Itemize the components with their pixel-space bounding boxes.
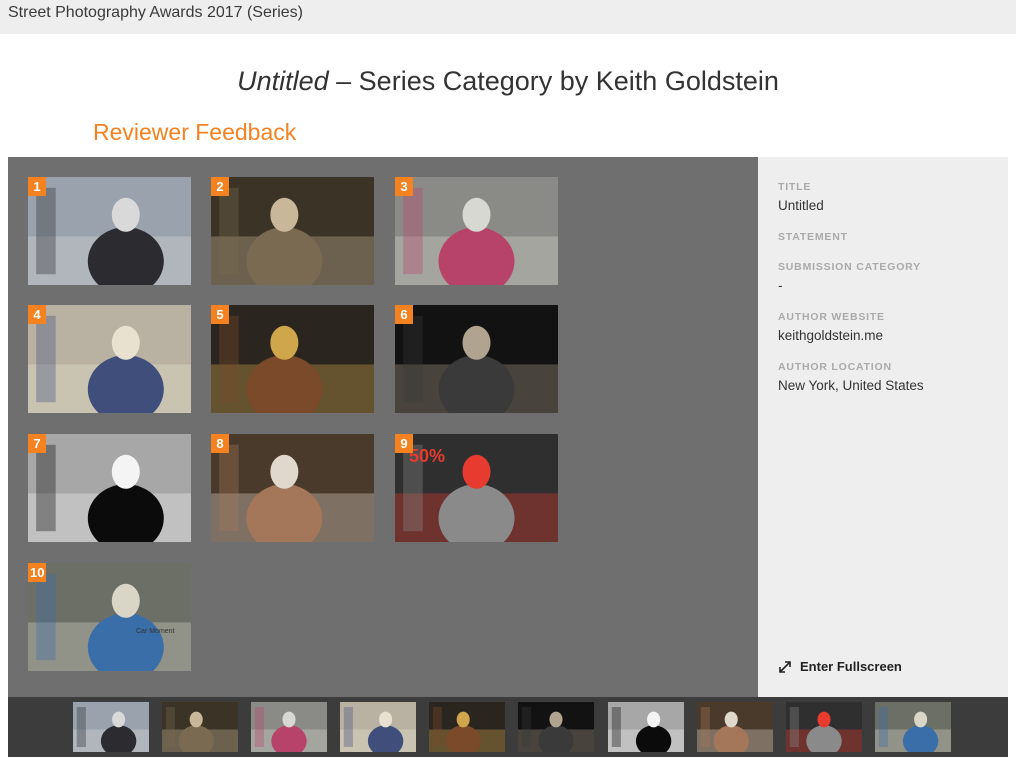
photo-number-badge: 1 xyxy=(28,177,46,196)
site-header: Street Photography Awards 2017 (Series) xyxy=(0,0,1016,34)
section-title: Reviewer Feedback xyxy=(93,119,297,145)
thumbnail[interactable] xyxy=(875,702,951,752)
photo-number-badge: 3 xyxy=(395,177,413,196)
photo-tile[interactable]: 7 xyxy=(28,434,191,542)
field-value: New York, United States xyxy=(778,378,924,393)
photo-number-badge: 5 xyxy=(211,305,229,324)
photo-image xyxy=(28,177,191,285)
thumbnail-strip xyxy=(8,697,1008,757)
photo-tile[interactable]: 1 xyxy=(28,177,191,285)
thumbnail[interactable] xyxy=(429,702,505,752)
field-title: Title Untitled xyxy=(778,181,824,213)
photo-image xyxy=(211,434,374,542)
fullscreen-label: Enter Fullscreen xyxy=(800,659,902,674)
field-value: - xyxy=(778,278,783,293)
photo-tile[interactable]: 3 xyxy=(395,177,558,285)
entry-title-rest: – Series Category by Keith Goldstein xyxy=(328,66,779,96)
photo-number-badge: 7 xyxy=(28,434,46,453)
field-submission-category: Submission Category - xyxy=(778,261,921,293)
photo-image xyxy=(211,305,374,413)
photo-number-badge: 9 xyxy=(395,434,413,453)
photo-tile[interactable]: 6 xyxy=(395,305,558,413)
field-value: Untitled xyxy=(778,198,824,213)
thumbnail-image xyxy=(73,702,149,752)
thumbnail-image xyxy=(608,702,684,752)
thumbnail[interactable] xyxy=(340,702,416,752)
thumbnail[interactable] xyxy=(608,702,684,752)
photo-number-badge: 10 xyxy=(28,563,47,582)
photo-tile[interactable]: Car Moment 10 xyxy=(28,563,191,671)
photo-tile[interactable]: 2 xyxy=(211,177,374,285)
photo-image: 50% xyxy=(395,434,558,542)
thumbnail[interactable] xyxy=(786,702,862,752)
field-label: Author Location xyxy=(778,361,892,373)
thumbnail-image xyxy=(162,702,238,752)
photo-tile[interactable]: 5 xyxy=(211,305,374,413)
thumbnail[interactable] xyxy=(518,702,594,752)
photo-number-badge: 6 xyxy=(395,305,413,324)
entry-details-panel: Title Untitled Statement Submission Cate… xyxy=(758,157,1008,697)
photo-number-badge: 2 xyxy=(211,177,229,196)
photo-tile[interactable]: 50% 9 xyxy=(395,434,558,542)
photo-image xyxy=(211,177,374,285)
photo-tile[interactable]: 4 xyxy=(28,305,191,413)
author-website-link[interactable]: keithgoldstein.me xyxy=(778,328,885,343)
photo-image xyxy=(28,305,191,413)
thumbnail-image xyxy=(697,702,773,752)
photo-number-badge: 4 xyxy=(28,305,46,324)
photo-image: Car Moment xyxy=(28,563,191,671)
photo-image xyxy=(28,434,191,542)
field-statement: Statement xyxy=(778,231,848,248)
thumbnail[interactable] xyxy=(697,702,773,752)
thumbnail-image xyxy=(518,702,594,752)
thumbnail-image xyxy=(251,702,327,752)
field-label: Statement xyxy=(778,231,848,243)
thumbnail-image xyxy=(429,702,505,752)
poster-text: 50% xyxy=(409,446,445,466)
thumbnail-image xyxy=(875,702,951,752)
enter-fullscreen-button[interactable]: Enter Fullscreen xyxy=(778,659,902,674)
photo-image xyxy=(395,305,558,413)
page-title: Untitled – Series Category by Keith Gold… xyxy=(0,66,1016,97)
photo-image xyxy=(395,177,558,285)
sign-text: Car Moment xyxy=(136,628,175,635)
expand-arrows-icon xyxy=(779,660,791,673)
photo-grid: 1 2 3 4 5 6 7 8 50% 9 Car Moment 10 xyxy=(8,157,758,697)
thumbnail[interactable] xyxy=(251,702,327,752)
field-author-website: Author Website keithgoldstein.me xyxy=(778,311,885,343)
photo-number-badge: 8 xyxy=(211,434,229,453)
field-label: Submission Category xyxy=(778,261,921,273)
entry-title-italic: Untitled xyxy=(237,66,329,96)
thumbnail-image xyxy=(340,702,416,752)
field-label: Title xyxy=(778,181,812,193)
thumbnail-image xyxy=(786,702,862,752)
field-author-location: Author Location New York, United States xyxy=(778,361,924,393)
photo-tile[interactable]: 8 xyxy=(211,434,374,542)
thumbnail[interactable] xyxy=(73,702,149,752)
field-label: Author Website xyxy=(778,311,885,323)
site-title[interactable]: Street Photography Awards 2017 (Series) xyxy=(8,4,303,22)
thumbnail[interactable] xyxy=(162,702,238,752)
